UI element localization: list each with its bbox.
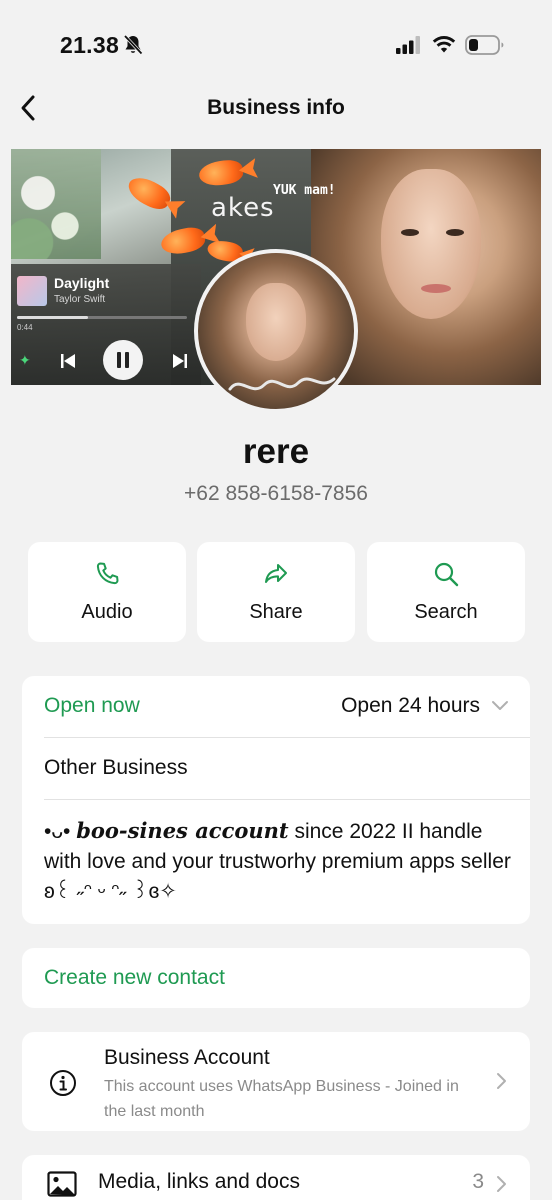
scribble-decoration [228,377,336,391]
share-arrow-icon [265,563,287,583]
pause-icon [117,352,129,368]
info-icon [50,1070,76,1096]
previous-track-icon [61,354,75,368]
business-account-title: Business Account [104,1046,270,1069]
media-count: 3 [472,1170,484,1193]
business-category: Other Business [44,756,188,779]
profile-name: rere [242,432,310,471]
business-category-row: Other Business [22,738,530,800]
sparkle-icon: ✦ [19,352,31,368]
share-label: Share [249,600,303,623]
share-button[interactable]: Share [197,542,355,642]
page-title: Business info [207,96,345,119]
chevron-right-icon [497,1073,506,1089]
cover-overlay-text: akes [211,193,275,223]
audio-label: Audio [81,600,133,623]
cover-flowers [11,149,101,259]
create-contact-link[interactable]: Create new contact [44,966,225,990]
search-icon [434,562,459,586]
open-status: Open now [44,694,140,717]
next-track-icon [173,354,187,368]
chevron-down-icon [492,701,508,710]
cover-overlay-caption: YUK mam! [273,183,336,198]
audio-call-button[interactable]: Audio [28,542,186,642]
pause-button [103,340,143,380]
search-label: Search [414,600,478,623]
profile-avatar[interactable] [194,249,358,413]
music-player-widget: Daylight Taylor Swift 0:44 ✦ [11,264,201,385]
profile-phone: +62 858-6158-7856 [184,482,368,505]
nav-bar: Business info [0,88,552,130]
status-time: 21.38 [60,32,120,58]
business-account-card[interactable]: Business Account This account uses Whats… [22,1032,530,1131]
create-contact-card[interactable]: Create new contact [22,948,530,1008]
status-bar: 21.38 [0,0,552,88]
business-hours-row[interactable]: Open now Open 24 hours [22,676,530,738]
signal-icon [396,36,420,54]
battery-icon [465,35,504,55]
track-progress-bar [17,316,187,319]
about-bold: boo-sines account [76,818,289,843]
track-progress-fill [17,316,89,319]
business-account-description: This account uses WhatsApp Business - Jo… [104,1078,459,1120]
track-elapsed: 0:44 [17,323,33,332]
business-hours: Open 24 hours [341,694,480,717]
bell-slash-icon [123,34,143,55]
business-about-row: •ᴗ• boo-sines account since 2022 II hand… [22,800,530,924]
media-links-docs-card[interactable]: Media, links and docs 3 [22,1155,530,1200]
media-links-docs-label: Media, links and docs [98,1170,300,1193]
chevron-right-icon [497,1176,506,1192]
business-about: •ᴗ• boo-sines account since 2022 II hand… [44,816,512,907]
business-details-card: Open now Open 24 hours Other Business •ᴗ… [22,676,530,924]
search-button[interactable]: Search [367,542,525,642]
album-art [17,276,47,306]
image-icon [47,1171,77,1197]
avatar-face [246,283,306,361]
wifi-icon [432,36,456,53]
track-title: Daylight [54,275,110,291]
about-prefix: •ᴗ• [44,820,77,843]
track-artist: Taylor Swift [54,294,106,305]
phone-icon [96,562,119,584]
